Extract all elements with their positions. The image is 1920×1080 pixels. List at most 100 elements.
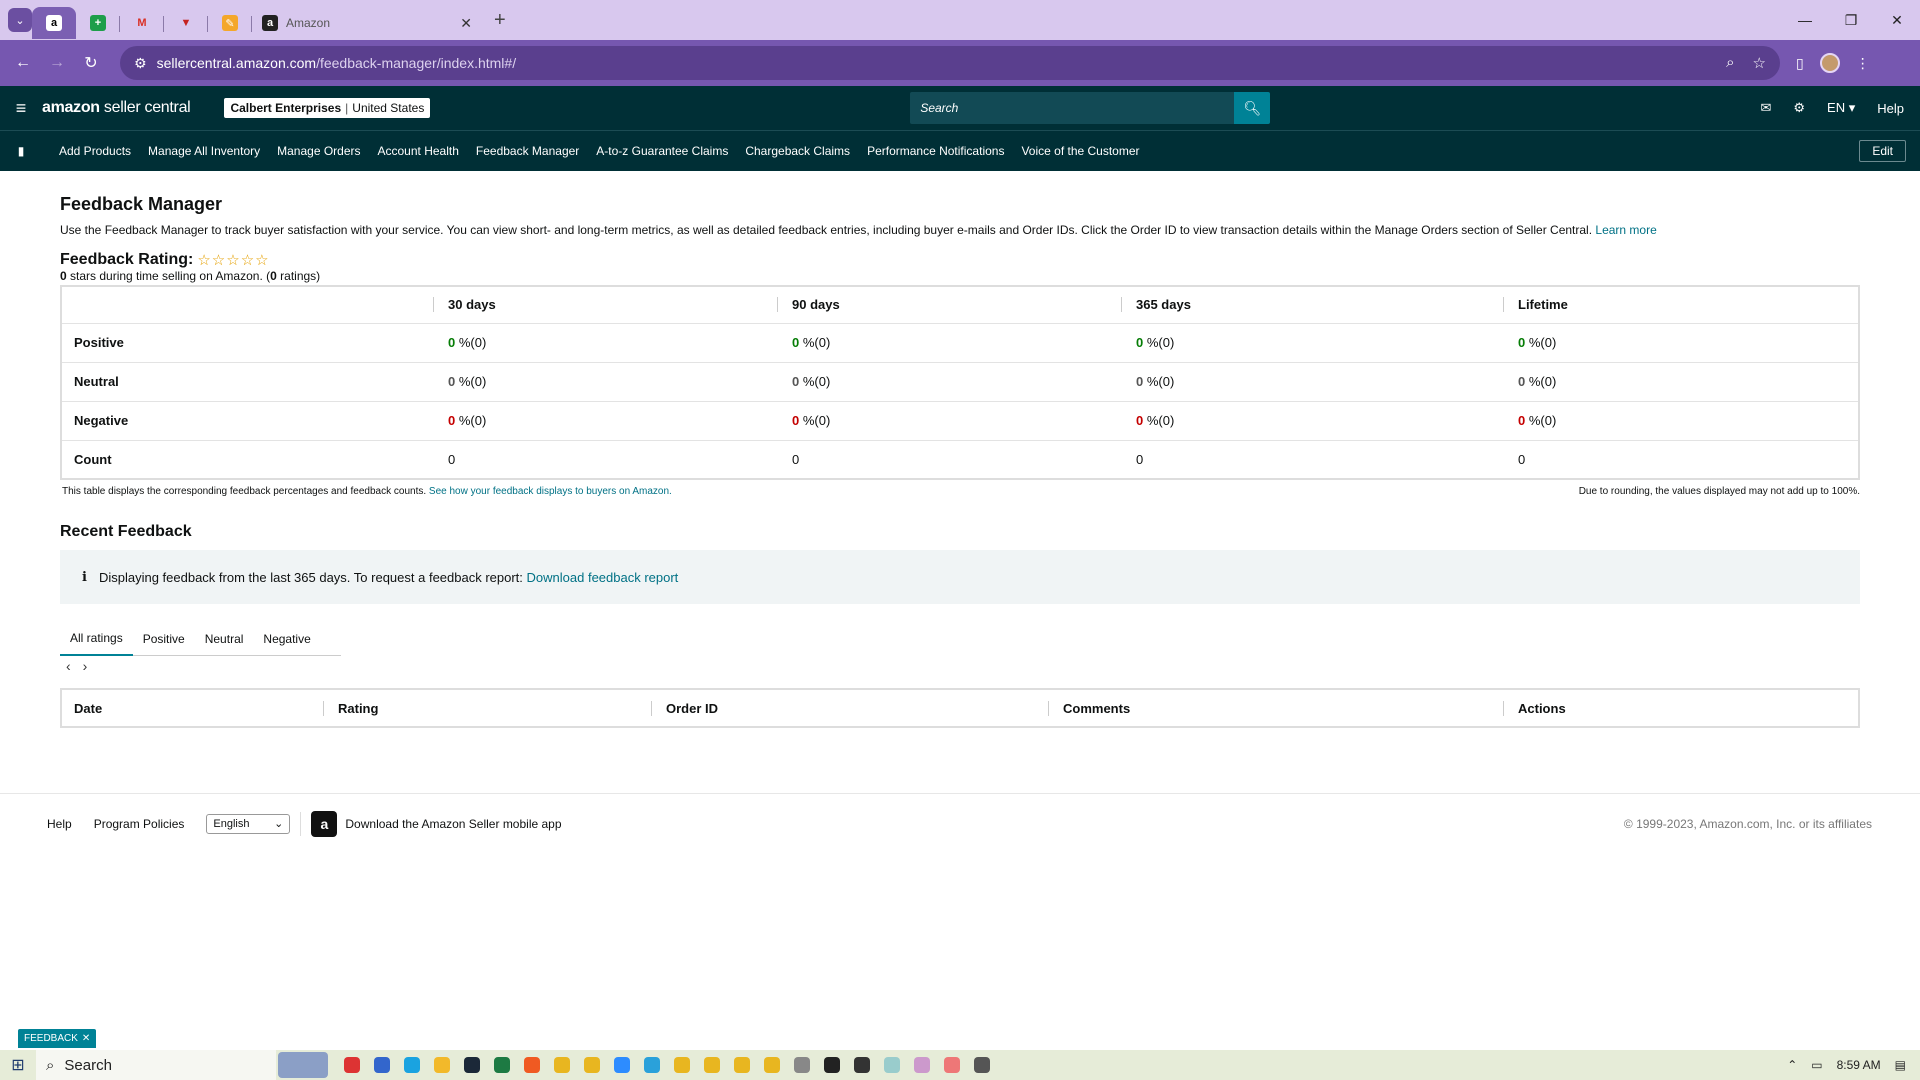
windows-start-icon[interactable]: ⊞ [0,1055,36,1075]
hamburger-menu-icon[interactable]: ≡ [0,98,42,119]
nav-voice-of-customer[interactable]: Voice of the Customer [1021,144,1139,158]
chrome-profile-icon[interactable] [584,1057,600,1073]
url-path: /feedback-manager/index.html#/ [316,55,517,71]
col-rating[interactable]: Rating [323,700,651,716]
firefox-icon[interactable] [524,1057,540,1073]
table-header-row: 30 days 90 days 365 days Lifetime [61,286,1859,324]
intro-text: Use the Feedback Manager to track buyer … [60,223,1657,237]
chrome-icon[interactable] [554,1057,570,1073]
browser-menu-icon[interactable]: ⋮ [1856,55,1870,72]
nav-manage-all-inventory[interactable]: Manage All Inventory [148,144,260,158]
learn-more-link[interactable]: Learn more [1595,223,1656,237]
chevron-right-icon[interactable]: › [83,658,88,674]
pinned-tab-gmail[interactable]: M [120,7,164,39]
paint-icon[interactable] [914,1057,930,1073]
app-store-icon[interactable] [374,1057,390,1073]
edge-icon[interactable] [404,1057,420,1073]
notepad-icon[interactable] [884,1057,900,1073]
footer-language-select[interactable]: English ⌄ [206,813,291,834]
system-tray: ⌃ ▭ 8:59 AM ▤ [1787,1058,1906,1072]
nav-feedback-manager[interactable]: Feedback Manager [476,144,579,158]
new-tab-button[interactable]: + [494,9,506,32]
chevron-left-icon[interactable]: ‹ [66,658,71,674]
nav-chargeback-claims[interactable]: Chargeback Claims [745,144,850,158]
pinned-tab-sheets[interactable]: + [76,7,120,39]
footer-help-link[interactable]: Help [47,817,72,831]
footer-policies-link[interactable]: Program Policies [94,817,185,831]
gmail-icon: M [137,17,147,29]
app-dark-icon[interactable] [824,1057,840,1073]
minimize-icon[interactable]: — [1782,12,1828,29]
nav-performance-notifications[interactable]: Performance Notifications [867,144,1004,158]
pinned-tab-amazon[interactable]: a [32,7,76,39]
search-button[interactable]: 🔍︎ [1234,92,1271,124]
account-region: United States [352,101,425,115]
reload-icon[interactable]: ↻ [74,53,108,73]
chrome-profile-icon[interactable] [674,1057,690,1073]
pinned-tab-app[interactable]: ✎ [208,7,252,39]
nav-a-to-z-claims[interactable]: A-to-z Guarantee Claims [596,144,728,158]
tab-all-ratings[interactable]: All ratings [60,622,133,656]
tab-amazon[interactable]: a Amazon ✕ [252,7,482,39]
language-selector[interactable]: EN ▾ [1827,100,1855,116]
side-panel-icon[interactable]: ▯ [1796,55,1804,72]
site-info-icon[interactable]: ⚙ [134,55,147,72]
settings-icon[interactable] [974,1057,990,1073]
close-icon[interactable]: ✕ [82,1033,90,1044]
chrome-profile-icon[interactable] [734,1057,750,1073]
calculator-icon[interactable] [794,1057,810,1073]
app-red-icon[interactable] [344,1057,360,1073]
seller-central-logo[interactable]: amazon seller central [42,99,191,117]
account-switcher[interactable]: Calbert Enterprises | United States [224,98,431,118]
notifications-icon[interactable]: ▤ [1895,1058,1906,1072]
col-comments[interactable]: Comments [1048,700,1503,716]
feedback-tab[interactable]: FEEDBACK ✕ [18,1029,97,1048]
nav-account-health[interactable]: Account Health [378,144,459,158]
clock[interactable]: 8:59 AM [1837,1058,1881,1072]
restore-icon[interactable]: ❐ [1828,12,1874,29]
chrome-profile-icon[interactable] [704,1057,720,1073]
download-app-link[interactable]: Download the Amazon Seller mobile app [345,817,561,831]
settings-gear-icon[interactable]: ⚙ [1793,100,1805,116]
tab-negative[interactable]: Negative [253,622,320,656]
telegram-icon[interactable] [644,1057,660,1073]
nav-manage-orders[interactable]: Manage Orders [277,144,360,158]
chevron-up-icon[interactable]: ⌃ [1787,1058,1797,1072]
chrome-profile-icon[interactable] [764,1057,780,1073]
nav-add-products[interactable]: Add Products [59,144,131,158]
edit-nav-button[interactable]: Edit [1859,140,1906,162]
profile-avatar[interactable] [1819,53,1840,73]
address-bar[interactable]: ⚙ sellercentral.amazon.com/feedback-mana… [120,46,1780,80]
taskbar-search[interactable]: ⌕ Search [36,1050,276,1080]
feedback-metrics-table: 30 days 90 days 365 days Lifetime Positi… [60,285,1860,480]
tab-neutral[interactable]: Neutral [195,622,254,656]
file-explorer-icon[interactable] [434,1057,450,1073]
bookmark-icon[interactable]: ▮ [0,144,42,158]
snip-icon[interactable] [944,1057,960,1073]
forward-icon[interactable]: → [40,54,74,72]
back-icon[interactable]: ← [6,54,40,72]
col-date[interactable]: Date [61,689,323,727]
help-link[interactable]: Help [1877,101,1904,116]
battery-icon[interactable]: ▭ [1811,1058,1822,1072]
search-input[interactable] [910,92,1235,124]
zoom-icon[interactable]: ⌕ [1726,54,1734,72]
col-order-id[interactable]: Order ID [651,700,1048,716]
excel-icon[interactable] [494,1057,510,1073]
close-tab-icon[interactable]: ✕ [460,15,472,32]
tab-positive[interactable]: Positive [133,622,195,656]
download-report-link[interactable]: Download feedback report [527,570,679,585]
bookmark-star-icon[interactable]: ☆ [1753,54,1766,72]
widgets-icon[interactable] [278,1052,328,1078]
tab-search-button[interactable]: ⌄ [8,8,32,32]
zoom-app-icon[interactable] [614,1057,630,1073]
amazon-icon: a [46,15,62,31]
feedback-display-link[interactable]: See how your feedback displays to buyers… [429,486,672,497]
steam-icon[interactable] [464,1057,480,1073]
pinned-tab-todoist[interactable]: ▼ [164,7,208,39]
info-alert: i Displaying feedback from the last 365 … [60,550,1860,604]
app-pen-icon[interactable] [854,1057,870,1073]
close-window-icon[interactable]: ✕ [1874,12,1920,29]
mail-icon[interactable]: ✉ [1760,100,1771,116]
amazon-app-icon[interactable]: a [311,810,338,837]
